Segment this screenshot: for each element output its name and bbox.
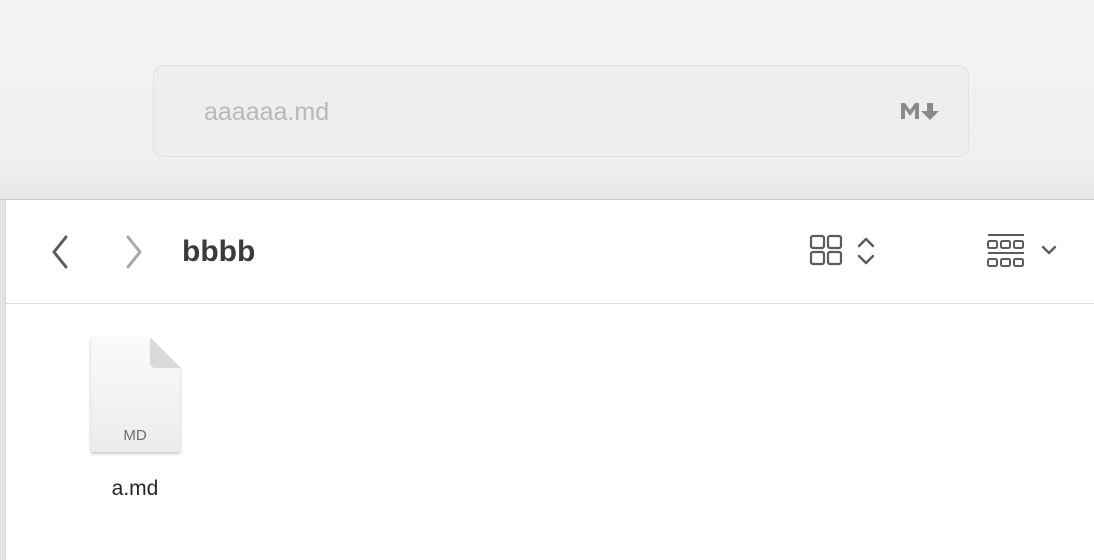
folder-title: bbbb <box>182 235 256 268</box>
group-by-icon <box>987 234 1057 267</box>
file-list: MD a.md <box>6 305 1094 560</box>
back-button[interactable] <box>42 232 82 272</box>
file-item[interactable]: MD a.md <box>76 335 194 511</box>
chevron-right-icon <box>126 235 142 269</box>
filename-field-container[interactable] <box>153 65 969 157</box>
save-dialog-header <box>0 0 1094 200</box>
chevron-left-icon <box>52 235 68 269</box>
group-by-button[interactable] <box>982 232 1066 272</box>
file-name: a.md <box>111 477 159 500</box>
forward-button[interactable] <box>112 232 152 272</box>
document-icon: MD <box>91 337 181 452</box>
view-mode-button[interactable] <box>806 232 882 272</box>
browser-toolbar: bbbb <box>6 200 1094 304</box>
markdown-icon <box>901 103 939 120</box>
file-browser-panel: bbbb MD a.md <box>0 200 1094 560</box>
filename-input[interactable] <box>204 94 844 130</box>
file-type-label: MD <box>123 427 146 444</box>
icon-grid-view-icon <box>809 234 875 266</box>
